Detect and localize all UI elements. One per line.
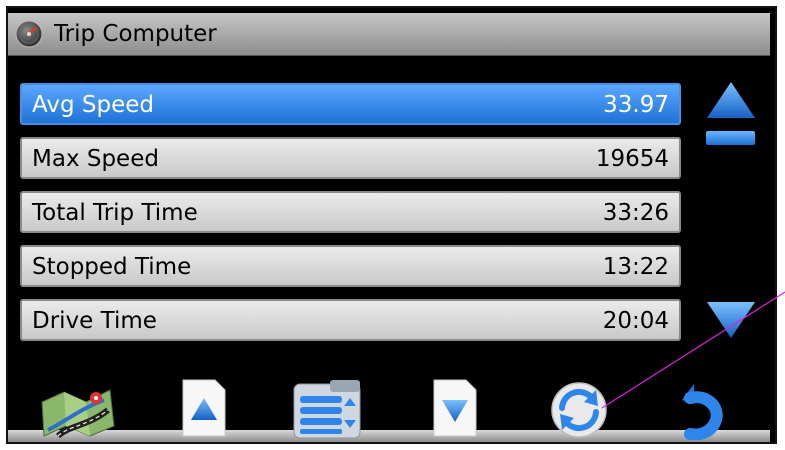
trip-row-stopped-time[interactable]: Stopped Time 13:22 bbox=[20, 245, 681, 287]
page-up-icon[interactable] bbox=[181, 378, 227, 438]
trip-row-avg-speed[interactable]: Avg Speed 33.97 bbox=[20, 83, 681, 125]
window-title: Trip Computer bbox=[54, 21, 217, 47]
menu-list-icon[interactable] bbox=[290, 378, 366, 440]
trip-row-drive-time[interactable]: Drive Time 20:04 bbox=[20, 299, 681, 341]
row-label: Stopped Time bbox=[32, 254, 192, 280]
speedometer-icon bbox=[15, 20, 43, 48]
scroll-down-button[interactable] bbox=[705, 300, 757, 340]
row-label: Total Trip Time bbox=[32, 200, 198, 226]
refresh-icon[interactable] bbox=[548, 380, 610, 438]
toolbar-base bbox=[8, 430, 770, 442]
row-value: 33.97 bbox=[603, 92, 669, 118]
row-label: Drive Time bbox=[32, 308, 157, 334]
row-value: 13:22 bbox=[602, 254, 669, 280]
page-down-icon[interactable] bbox=[432, 378, 478, 438]
row-value: 33:26 bbox=[602, 200, 669, 226]
trip-row-max-speed[interactable]: Max Speed 19654 bbox=[20, 137, 681, 179]
row-value: 20:04 bbox=[602, 308, 669, 334]
scroll-thumb[interactable] bbox=[706, 131, 755, 145]
row-label: Max Speed bbox=[32, 146, 159, 172]
row-value: 19654 bbox=[595, 146, 669, 172]
scroll-up-button[interactable] bbox=[705, 80, 757, 120]
trip-row-total-trip-time[interactable]: Total Trip Time 33:26 bbox=[20, 191, 681, 233]
map-icon[interactable] bbox=[38, 380, 118, 440]
back-arrow-icon[interactable] bbox=[676, 380, 732, 440]
row-label: Avg Speed bbox=[32, 92, 155, 118]
title-bar: Trip Computer bbox=[8, 13, 770, 56]
